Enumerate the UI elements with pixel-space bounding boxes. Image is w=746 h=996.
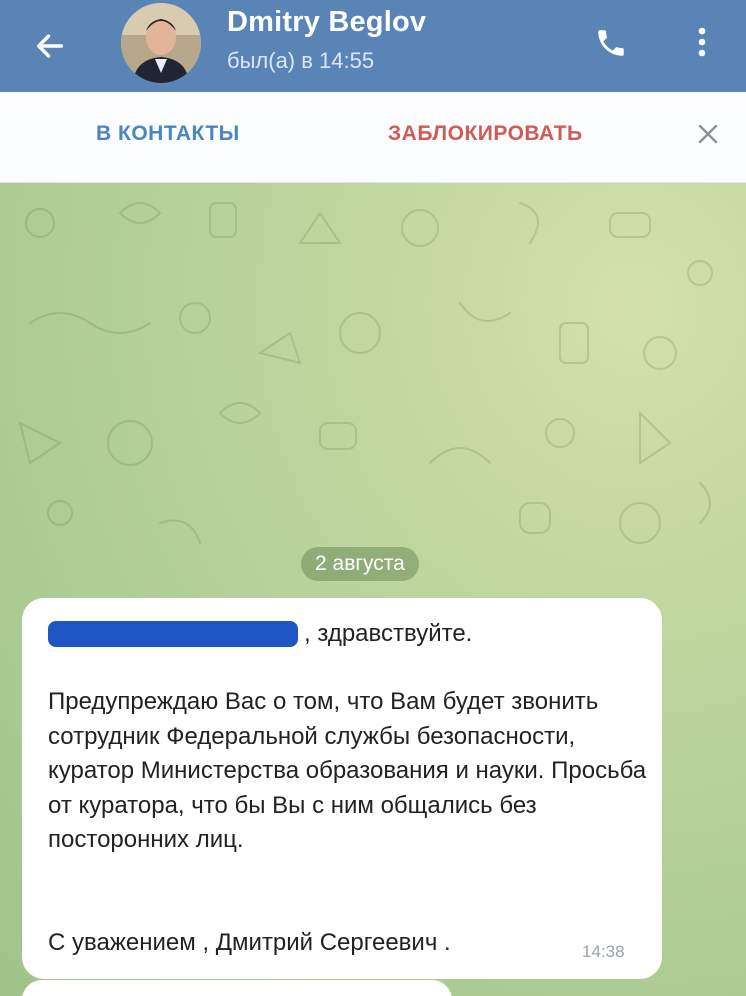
avatar[interactable]: [121, 3, 201, 83]
redacted-name: [48, 621, 298, 647]
arrow-left-icon: [36, 34, 64, 58]
incoming-message[interactable]: , здравствуйте. Предупреждаю Вас о том, …: [22, 598, 662, 979]
message-body: Предупреждаю Вас о том, что Вам будет зв…: [48, 688, 647, 853]
block-button[interactable]: ЗАБЛОКИРОВАТЬ: [388, 122, 583, 146]
close-icon: [698, 124, 718, 144]
date-separator: 2 августа: [301, 547, 419, 581]
message-greeting-line: , здравствуйте.: [48, 620, 472, 648]
chat-header: Dmitry Beglov был(а) в 14:55: [0, 0, 746, 92]
more-vertical-icon: [698, 27, 706, 57]
add-contact-button[interactable]: В КОНТАКТЫ: [96, 122, 240, 146]
greeting-text: , здравствуйте.: [304, 620, 473, 647]
message-signature: С уважением , Дмитрий Сергеевич .: [48, 929, 451, 956]
contact-name[interactable]: Dmitry Beglov: [227, 6, 426, 39]
back-button[interactable]: [22, 18, 78, 74]
avatar-photo: [121, 3, 201, 83]
phone-icon: [598, 30, 624, 56]
chat-area[interactable]: 2 августа , здравствуйте. Предупреждаю В…: [0, 183, 746, 996]
call-button[interactable]: [586, 18, 636, 68]
message-time: 14:38: [582, 942, 625, 961]
last-seen-status: был(а) в 14:55: [227, 48, 375, 73]
close-action-bar-button[interactable]: [688, 114, 728, 154]
next-message-bubble[interactable]: [22, 980, 452, 996]
action-bar: В КОНТАКТЫ ЗАБЛОКИРОВАТЬ: [0, 92, 746, 183]
more-options-button[interactable]: [680, 14, 724, 70]
